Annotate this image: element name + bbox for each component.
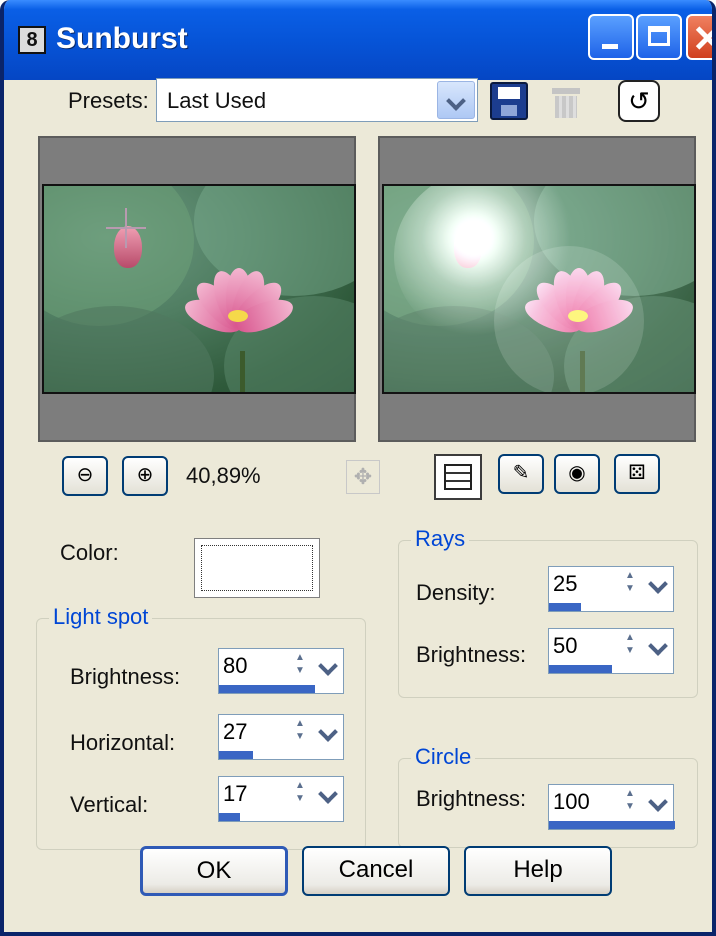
- window-title: Sunburst: [56, 22, 188, 55]
- density-spinner[interactable]: [625, 569, 671, 601]
- proof-toggle-button[interactable]: [434, 454, 482, 500]
- presets-dropdown[interactable]: Last Used: [156, 78, 478, 122]
- light-spot-title: Light spot: [49, 604, 153, 630]
- horizontal-field[interactable]: 27: [218, 714, 344, 760]
- after-preview: [378, 136, 696, 442]
- circle-brightness-label: Brightness:: [416, 786, 527, 811]
- zoom-in-icon[interactable]: ⊕: [122, 456, 168, 496]
- before-preview[interactable]: [38, 136, 356, 442]
- zoom-out-icon[interactable]: ⊖: [62, 456, 108, 496]
- sunburst-dialog: 8 Sunburst Presets: Last Used ↺ ⊖ ⊕ 40,8…: [0, 0, 716, 936]
- rays-brightness-spinner[interactable]: [625, 631, 671, 663]
- rays-group: Rays: [398, 526, 698, 698]
- after-image: [382, 184, 696, 394]
- light-brightness-spinner[interactable]: [295, 651, 341, 683]
- crosshair-icon[interactable]: [106, 208, 146, 248]
- app-icon: 8: [18, 26, 46, 54]
- horizontal-label: Horizontal:: [70, 730, 176, 755]
- pan-icon[interactable]: ✥: [346, 460, 380, 494]
- light-brightness-bar: [219, 685, 315, 693]
- horizontal-bar: [219, 751, 253, 759]
- trash-icon[interactable]: [550, 84, 582, 120]
- lotus-flower: [168, 258, 308, 358]
- help-button[interactable]: Help: [464, 846, 612, 896]
- rays-brightness-bar: [549, 665, 612, 673]
- vertical-spinner[interactable]: [295, 779, 341, 811]
- close-button[interactable]: [686, 14, 712, 60]
- density-bar: [549, 603, 581, 611]
- light-brightness-field[interactable]: 80: [218, 648, 344, 694]
- ok-button[interactable]: OK: [140, 846, 288, 896]
- minimize-button[interactable]: [588, 14, 634, 60]
- cancel-button[interactable]: Cancel: [302, 846, 450, 896]
- presets-value: Last Used: [167, 88, 267, 113]
- title-bar[interactable]: 8 Sunburst: [4, 0, 712, 80]
- rays-brightness-field[interactable]: 50: [548, 628, 674, 674]
- auto-proof-icon[interactable]: ◉: [554, 454, 600, 494]
- light-brightness-label: Brightness:: [70, 664, 181, 689]
- circle-title: Circle: [411, 744, 476, 770]
- reset-icon[interactable]: ↺: [618, 80, 660, 122]
- rays-brightness-label: Brightness:: [416, 642, 527, 667]
- before-image[interactable]: [42, 184, 356, 394]
- density-field[interactable]: 25: [548, 566, 674, 612]
- rays-title: Rays: [411, 526, 470, 552]
- circle-brightness-field[interactable]: 100: [548, 784, 675, 830]
- save-icon[interactable]: [490, 82, 528, 120]
- circle-brightness-bar: [549, 821, 675, 829]
- proof-icon[interactable]: ✎: [498, 454, 544, 494]
- presets-label: Presets:: [68, 88, 149, 113]
- horizontal-spinner[interactable]: [295, 717, 341, 749]
- randomize-icon[interactable]: ⚄: [614, 454, 660, 494]
- chevron-down-icon[interactable]: [437, 81, 475, 119]
- vertical-label: Vertical:: [70, 792, 149, 817]
- zoom-level: 40,89%: [186, 463, 261, 488]
- maximize-button[interactable]: [636, 14, 682, 60]
- vertical-bar: [219, 813, 240, 821]
- density-label: Density:: [416, 580, 496, 605]
- vertical-field[interactable]: 17: [218, 776, 344, 822]
- color-label: Color:: [60, 540, 119, 565]
- circle-brightness-spinner[interactable]: [625, 787, 671, 819]
- color-swatch[interactable]: [194, 538, 320, 598]
